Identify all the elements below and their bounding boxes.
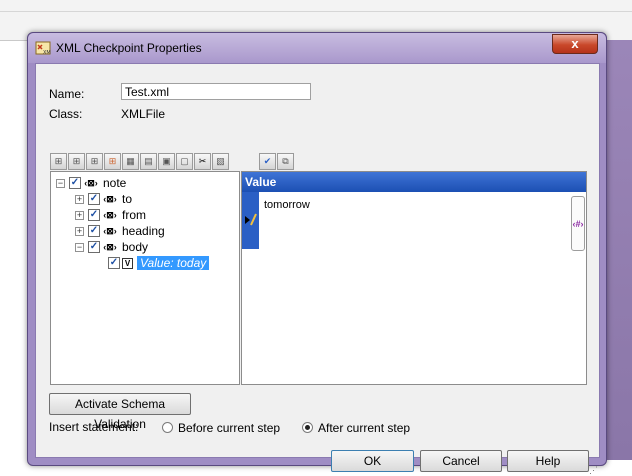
svg-text:XML: XML	[43, 50, 51, 56]
row-edit-icon	[242, 192, 259, 249]
element-icon: ‹⊠›	[103, 210, 117, 220]
collapse-icon[interactable]: −	[75, 242, 84, 252]
checkbox[interactable]: ✓	[88, 209, 100, 221]
element-icon: ‹⊠›	[103, 194, 117, 204]
insert-statement-label: Insert statement:	[49, 420, 139, 434]
add-value-icon[interactable]: ▦	[122, 153, 139, 170]
after-step-radio[interactable]	[302, 422, 313, 433]
deselect-all-icon[interactable]: ⧉	[277, 153, 294, 170]
tree-node-label: from	[122, 208, 146, 222]
expand-icon[interactable]: +	[75, 194, 84, 204]
background-window-edge	[603, 40, 632, 460]
tree-node-value[interactable]: ✓ V Value: today	[108, 255, 210, 271]
expand-icon[interactable]: +	[75, 226, 84, 236]
name-label: Name:	[49, 87, 85, 101]
tree-node-note[interactable]: − ✓ ‹⊠› note	[56, 175, 126, 191]
add-attribute-icon[interactable]: ⊞	[104, 153, 121, 170]
background-divider	[0, 11, 632, 12]
activate-schema-button[interactable]: Activate Schema Validation	[49, 393, 191, 431]
close-button[interactable]: x	[552, 34, 598, 54]
regex-icon: ‹#›	[572, 219, 584, 229]
select-all-icon[interactable]: ✔	[259, 153, 276, 170]
checkbox[interactable]: ✓	[88, 241, 100, 253]
ok-button[interactable]: OK	[331, 450, 414, 472]
tree-node-label: body	[122, 240, 149, 254]
add-sibling-icon[interactable]: ⊞	[68, 153, 85, 170]
class-value: XMLFile	[121, 107, 166, 121]
dialog-title: XML Checkpoint Properties	[56, 41, 202, 55]
tree-node-body[interactable]: − ✓ ‹⊠› body	[75, 239, 148, 255]
dialog-body: Name: Test.xml Class: XMLFile ⊞ ⊞ ⊞ ⊞ ▦ …	[35, 63, 600, 475]
tree-node-heading[interactable]: + ✓ ‹⊠› heading	[75, 223, 165, 239]
tree-node-label: to	[122, 192, 133, 206]
tree-toolbar: ⊞ ⊞ ⊞ ⊞ ▦ ▤ ▣ ▢ ✂ ▧	[50, 153, 229, 171]
value-icon: V	[122, 257, 133, 269]
value-text[interactable]: tomorrow	[264, 199, 310, 211]
tree-node-label: heading	[122, 224, 165, 238]
name-field[interactable]: Test.xml	[121, 83, 311, 100]
tree-node-label: note	[103, 176, 127, 190]
xml-tree[interactable]: − ✓ ‹⊠› note + ✓ ‹⊠› to + ✓ ‹⊠› from + ✓…	[50, 171, 240, 385]
copy-icon[interactable]: ▣	[158, 153, 175, 170]
before-step-radio[interactable]	[162, 422, 173, 433]
checkbox[interactable]: ✓	[88, 225, 100, 237]
checkbox[interactable]: ✓	[88, 193, 100, 205]
add-element-icon[interactable]: ⊞	[50, 153, 67, 170]
delete-icon[interactable]: ▧	[212, 153, 229, 170]
add-child-icon[interactable]: ⊞	[86, 153, 103, 170]
help-button[interactable]: Help	[507, 450, 589, 472]
value-toolbar: ✔ ⧉	[259, 153, 294, 171]
expand-icon[interactable]: +	[75, 210, 84, 220]
element-icon: ‹⊠›	[103, 242, 117, 252]
cut-icon[interactable]: ✂	[194, 153, 211, 170]
before-step-label[interactable]: Before current step	[178, 421, 280, 435]
class-label: Class:	[49, 107, 83, 121]
tree-node-from[interactable]: + ✓ ‹⊠› from	[75, 207, 146, 223]
after-step-label[interactable]: After current step	[318, 421, 410, 435]
tree-node-to[interactable]: + ✓ ‹⊠› to	[75, 191, 132, 207]
tree-node-label: Value: today	[137, 256, 210, 270]
collapse-icon[interactable]: −	[56, 178, 65, 188]
checkbox[interactable]: ✓	[108, 257, 120, 269]
title-bar[interactable]: XML XML Checkpoint Properties x	[28, 33, 606, 63]
value-header: Value	[242, 172, 586, 192]
xml-checkpoint-dialog: XML XML Checkpoint Properties x Name: Te…	[27, 32, 607, 475]
element-icon: ‹⊠›	[84, 178, 98, 188]
value-panel: Value tomorrow ‹#›	[241, 171, 587, 385]
element-icon: ‹⊠›	[103, 226, 117, 236]
xml-app-icon: XML	[35, 40, 54, 56]
insert-xml-icon[interactable]: ▤	[140, 153, 157, 170]
edit-value-button[interactable]: ‹#›	[571, 196, 585, 251]
resize-grip-icon[interactable]: ⋰	[589, 466, 598, 475]
checkbox[interactable]: ✓	[69, 177, 81, 189]
paste-icon[interactable]: ▢	[176, 153, 193, 170]
cancel-button[interactable]: Cancel	[420, 450, 502, 472]
close-icon: x	[571, 36, 579, 51]
